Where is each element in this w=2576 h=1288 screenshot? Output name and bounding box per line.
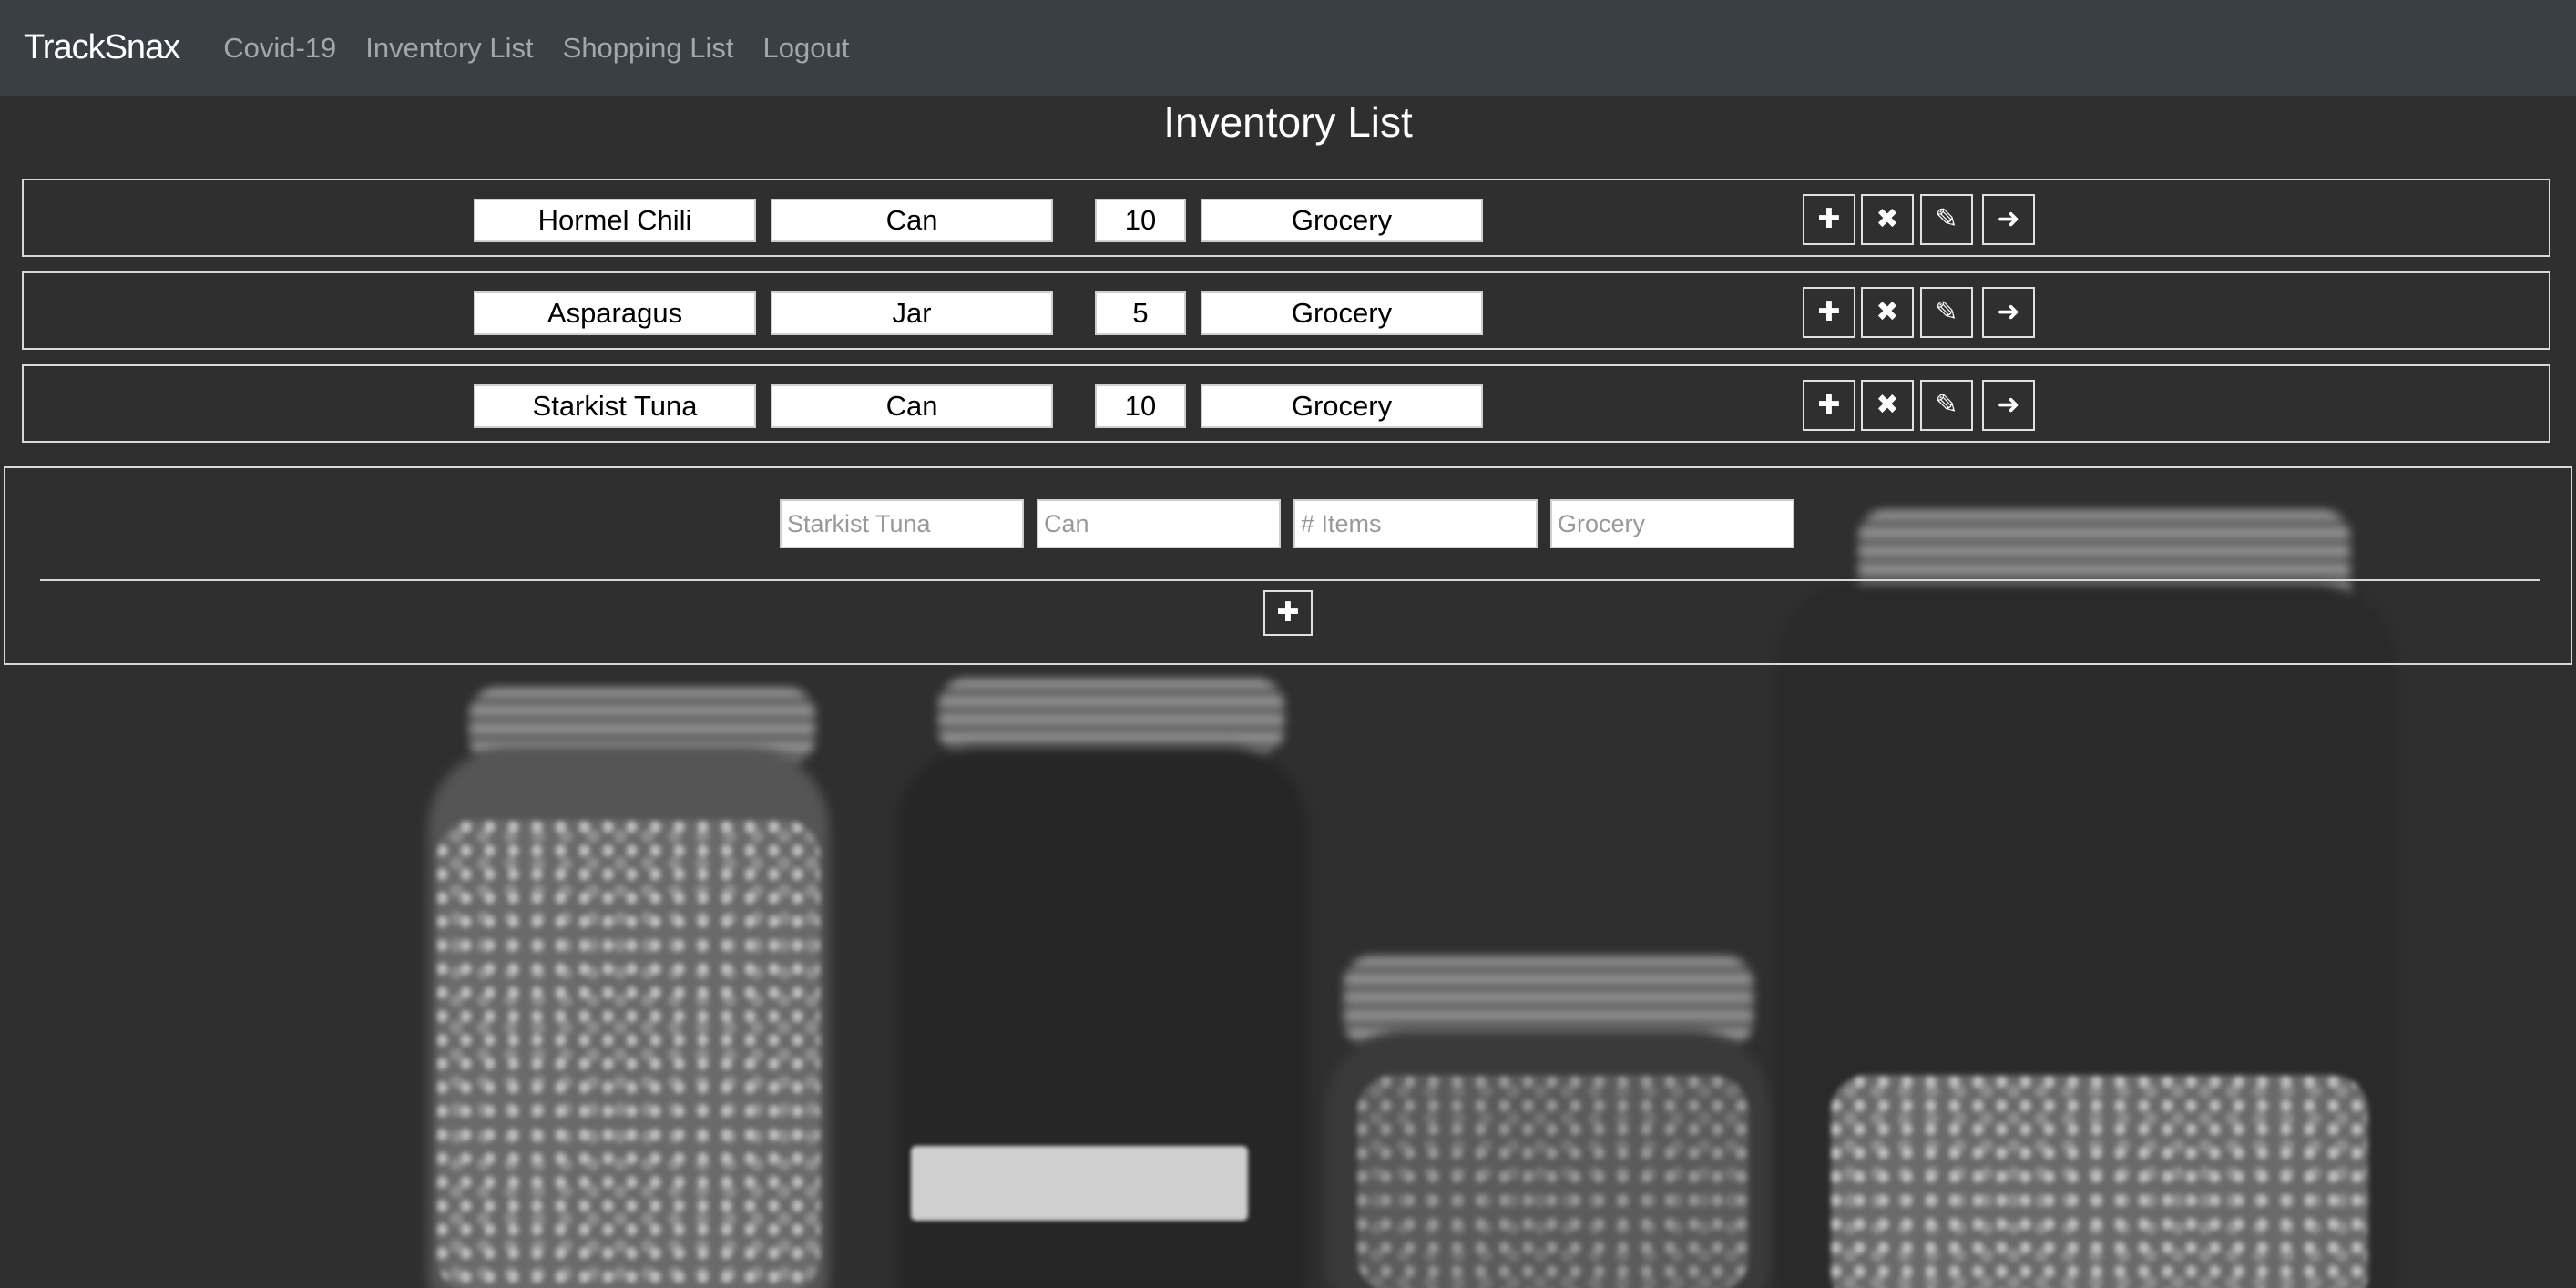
edit-button[interactable]: ✎ (1920, 287, 1973, 338)
move-to-shopping-button[interactable]: ➜ (1982, 380, 2035, 431)
add-new-item-button[interactable]: ✚ (1263, 590, 1313, 636)
add-button[interactable]: ✚ (1803, 287, 1855, 338)
plus-icon: ✚ (1817, 204, 1841, 234)
item-name: Hormel Chili (474, 199, 756, 242)
item-name: Starkist Tuna (474, 384, 756, 428)
edit-icon: ✎ (1935, 204, 1958, 234)
add-item-form: ✚ (4, 466, 2572, 665)
item-category: Grocery (1201, 384, 1483, 428)
move-to-shopping-button[interactable]: ➜ (1982, 287, 2035, 338)
item-category: Grocery (1201, 291, 1483, 335)
edit-button[interactable]: ✎ (1920, 380, 1973, 431)
inventory-row: Starkist Tuna Can 10 Grocery ✚ ✖ ✎ ➜ (22, 364, 2550, 443)
move-to-shopping-button[interactable]: ➜ (1982, 194, 2035, 245)
plus-icon: ✚ (1817, 297, 1841, 327)
delete-button[interactable]: ✖ (1861, 287, 1914, 338)
new-item-name-input[interactable] (780, 499, 1024, 548)
arrow-right-icon: ➜ (1997, 204, 2020, 234)
close-icon: ✖ (1876, 390, 1899, 420)
item-quantity: 5 (1095, 291, 1186, 335)
close-icon: ✖ (1876, 297, 1899, 327)
page-title: Inventory List (1163, 98, 1413, 146)
form-divider (40, 579, 2540, 581)
item-name: Asparagus (474, 291, 756, 335)
add-button[interactable]: ✚ (1803, 380, 1855, 431)
nav-link-covid[interactable]: Covid-19 (223, 32, 336, 65)
inventory-row: Asparagus Jar 5 Grocery ✚ ✖ ✎ ➜ (22, 271, 2550, 350)
item-category: Grocery (1201, 199, 1483, 242)
arrow-right-icon: ➜ (1997, 390, 2020, 420)
edit-icon: ✎ (1935, 297, 1958, 327)
item-quantity: 10 (1095, 199, 1186, 242)
item-type: Can (771, 199, 1053, 242)
delete-button[interactable]: ✖ (1861, 194, 1914, 245)
new-item-type-input[interactable] (1037, 499, 1281, 548)
item-type: Can (771, 384, 1053, 428)
item-quantity: 10 (1095, 384, 1186, 428)
nav-link-inventory-list[interactable]: Inventory List (365, 32, 533, 65)
new-item-category-input[interactable] (1550, 499, 1794, 548)
delete-button[interactable]: ✖ (1861, 380, 1914, 431)
arrow-right-icon: ➜ (1997, 297, 2020, 327)
add-button[interactable]: ✚ (1803, 194, 1855, 245)
brand-logo[interactable]: TrackSnax (24, 28, 180, 67)
item-type: Jar (771, 291, 1053, 335)
top-navbar: TrackSnax Covid-19 Inventory List Shoppi… (0, 0, 2576, 96)
close-icon: ✖ (1876, 204, 1899, 234)
new-item-quantity-input[interactable] (1293, 499, 1538, 548)
plus-icon: ✚ (1276, 598, 1300, 628)
plus-icon: ✚ (1817, 390, 1841, 420)
edit-button[interactable]: ✎ (1920, 194, 1973, 245)
edit-icon: ✎ (1935, 390, 1958, 420)
nav-link-shopping-list[interactable]: Shopping List (563, 32, 734, 65)
nav-link-logout[interactable]: Logout (763, 32, 850, 65)
inventory-row: Hormel Chili Can 10 Grocery ✚ ✖ ✎ ➜ (22, 179, 2550, 257)
